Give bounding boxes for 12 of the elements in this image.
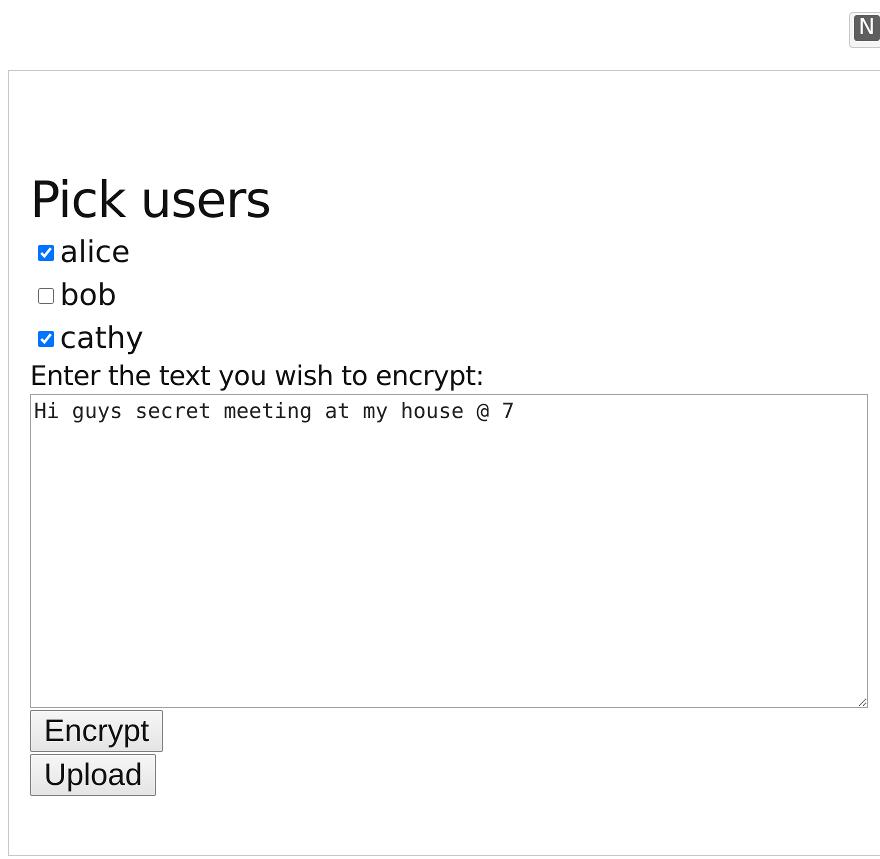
message-field[interactable]: Hi guys secret meeting at my house @ 7 bbox=[30, 394, 868, 708]
user-label: alice bbox=[60, 234, 130, 270]
user-label: cathy bbox=[60, 320, 144, 356]
checkbox[interactable] bbox=[38, 244, 54, 260]
heading: Pick users bbox=[30, 170, 272, 231]
action-button[interactable]: Encrypt bbox=[30, 710, 164, 752]
field-label: Enter the text you wish to encrypt: bbox=[30, 360, 486, 394]
action-button[interactable]: Upload bbox=[30, 754, 156, 796]
checkbox[interactable] bbox=[38, 330, 54, 346]
checkbox[interactable] bbox=[38, 288, 54, 304]
user-label: bob bbox=[60, 278, 116, 314]
extension-button[interactable]: N bbox=[854, 15, 880, 41]
